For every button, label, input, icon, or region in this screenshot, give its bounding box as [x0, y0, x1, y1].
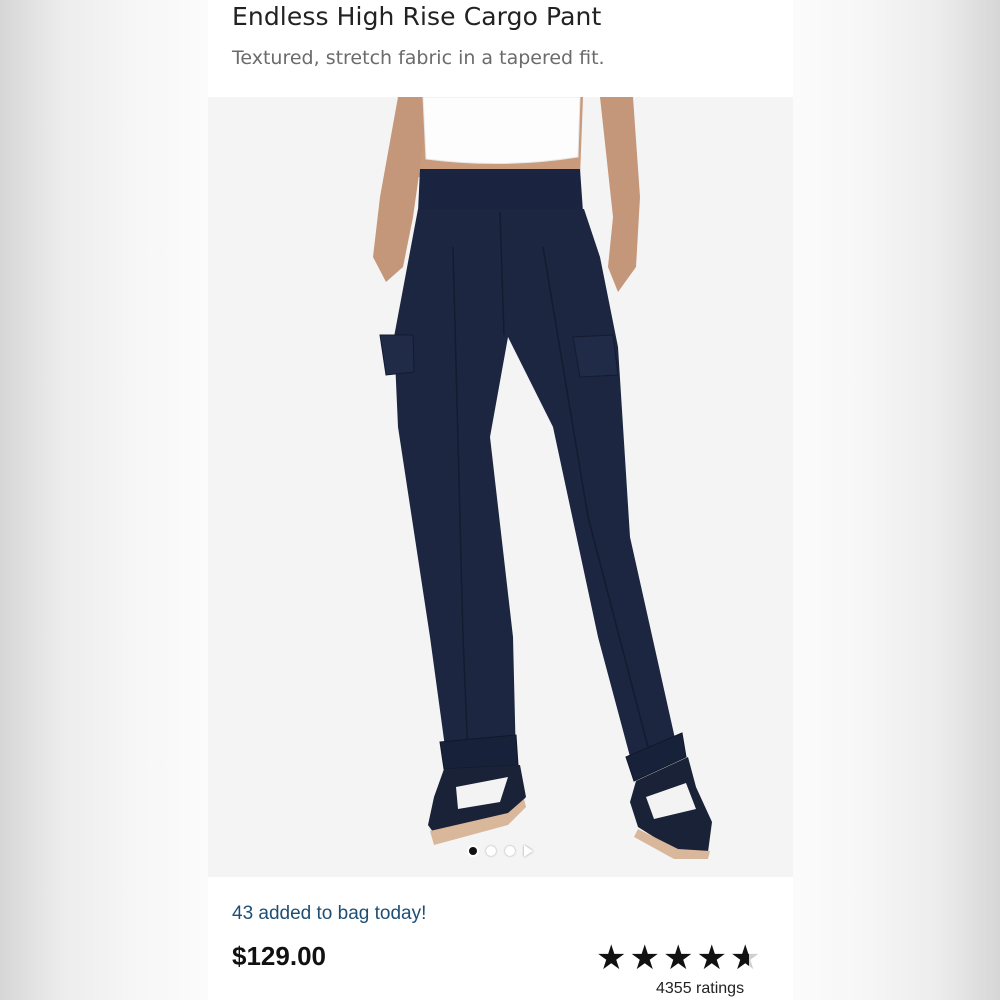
star-icon: ★ [662, 938, 694, 978]
product-header: Endless High Rise Cargo Pant Textured, s… [208, 0, 793, 97]
product-subtitle: Textured, stretch fabric in a tapered fi… [232, 47, 605, 69]
gallery-dot-2[interactable] [485, 846, 496, 856]
gallery-dot-1[interactable] [468, 847, 477, 855]
product-title: Endless High Rise Cargo Pant [232, 2, 602, 31]
product-image-gallery[interactable] [208, 97, 793, 877]
half-star-icon: ★ [730, 941, 760, 975]
star-icon: ★ [629, 938, 660, 978]
ratings-count-link[interactable]: 4355 ratings [656, 980, 744, 998]
star-icon: ★ [696, 938, 727, 978]
star-icon: ★ [596, 938, 627, 978]
product-photo [208, 97, 793, 877]
star-rating[interactable]: ★ ★ ★ ★ ★ [596, 941, 760, 975]
gallery-dot-3[interactable] [504, 846, 515, 856]
product-info: 43 added to bag today! $129.00 ★ ★ ★ ★ ★… [208, 877, 793, 1000]
gallery-pagination [208, 844, 793, 858]
chevron-right-icon[interactable] [523, 845, 533, 857]
product-price: $129.00 [232, 941, 326, 971]
product-page: Endless High Rise Cargo Pant Textured, s… [208, 0, 793, 1000]
added-to-bag-notice: 43 added to bag today! [232, 903, 427, 924]
